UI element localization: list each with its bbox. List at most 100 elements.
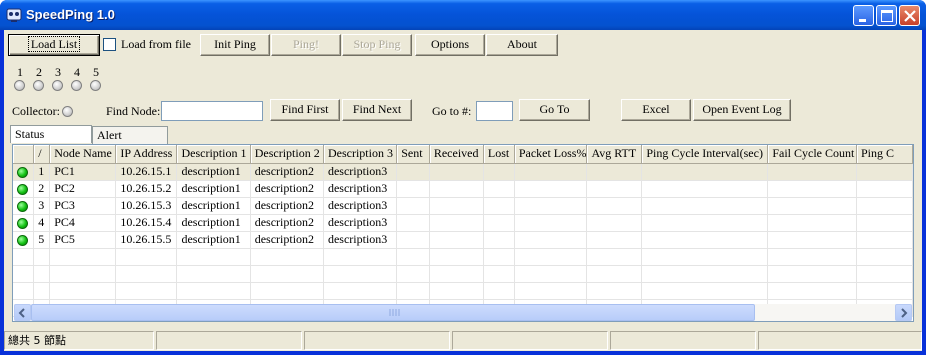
table-cell: PC1: [49, 163, 117, 181]
find-node-input[interactable]: [161, 101, 263, 121]
table-cell: [250, 282, 324, 300]
table-cell: [483, 231, 515, 249]
slot-indicator-3: [52, 80, 63, 91]
tab-alert[interactable]: Alert: [92, 126, 168, 144]
goto-button[interactable]: Go To: [519, 99, 590, 121]
table-cell: [856, 197, 913, 215]
title-bar[interactable]: SpeedPing 1.0: [0, 0, 926, 30]
table-row[interactable]: 3 PC3 10.26.15.3 description1 description2 de…: [13, 197, 913, 215]
table-row[interactable]: 1 PC1 10.26.15.1 description1 description2 de…: [13, 163, 913, 181]
column-header[interactable]: IP Address: [115, 145, 178, 164]
table-cell: [115, 248, 178, 266]
table-cell: [323, 282, 398, 300]
table-cell: description3: [323, 231, 398, 249]
table-cell: 2: [33, 180, 51, 198]
options-button[interactable]: Options: [415, 34, 485, 56]
status-cell: [13, 231, 35, 249]
table-cell: [856, 214, 913, 232]
table-cell: [586, 214, 643, 232]
table-cell: description2: [250, 180, 324, 198]
find-next-button[interactable]: Find Next: [342, 99, 412, 121]
table-cell: [641, 214, 769, 232]
table-cell: [514, 282, 588, 300]
slot-label-1: 1: [17, 65, 23, 79]
tab-status[interactable]: Status: [10, 125, 92, 143]
maximize-button[interactable]: [876, 5, 897, 26]
table-cell: description1: [176, 231, 251, 249]
goto-input[interactable]: [476, 101, 513, 121]
slot-label-4: 4: [74, 65, 80, 79]
table-cell: PC5: [49, 231, 117, 249]
column-header[interactable]: Description 3: [323, 145, 398, 164]
table-cell: [586, 248, 643, 266]
table-cell: [176, 282, 251, 300]
table-cell: [115, 282, 178, 300]
column-header[interactable]: Ping C: [856, 145, 913, 164]
excel-button[interactable]: Excel: [621, 99, 691, 121]
table-row[interactable]: 2 PC2 10.26.15.2 description1 description2 de…: [13, 180, 913, 198]
scroll-right-button[interactable]: [895, 304, 912, 321]
horizontal-scrollbar[interactable]: [14, 304, 912, 321]
status-pane: [610, 331, 756, 350]
status-pane: [156, 331, 302, 350]
status-ok-icon: [17, 217, 28, 229]
open-event-log-button[interactable]: Open Event Log: [693, 99, 791, 121]
table-cell: [396, 231, 430, 249]
column-header[interactable]: Avg RTT: [586, 145, 643, 164]
find-first-button[interactable]: Find First: [270, 99, 340, 121]
column-header[interactable]: Lost: [483, 145, 515, 164]
scroll-thumb[interactable]: [31, 304, 755, 321]
table-cell: [767, 265, 857, 283]
close-button[interactable]: [899, 5, 920, 26]
table-row[interactable]: 5 PC5 10.26.15.5 description1 description2 de…: [13, 231, 913, 249]
table-cell: [396, 282, 430, 300]
table-cell: description3: [323, 180, 398, 198]
find-node-label: Find Node:: [106, 104, 161, 118]
ping-button[interactable]: Ping!: [271, 34, 341, 56]
column-header[interactable]: Packet Loss%: [514, 145, 588, 164]
table-cell: [49, 265, 117, 283]
table-cell: [514, 197, 588, 215]
column-header[interactable]: Received: [429, 145, 484, 164]
column-header[interactable]: Fail Cycle Count: [767, 145, 857, 164]
column-header[interactable]: /: [33, 145, 51, 164]
stop-ping-button[interactable]: Stop Ping: [342, 34, 412, 56]
slot-label-2: 2: [36, 65, 42, 79]
table-cell: description1: [176, 197, 251, 215]
scroll-left-button[interactable]: [14, 304, 31, 321]
load-list-button[interactable]: Load List: [8, 34, 100, 56]
column-header[interactable]: Description 1: [176, 145, 251, 164]
column-header[interactable]: [13, 145, 35, 164]
table-cell: [586, 282, 643, 300]
column-header[interactable]: Description 2: [250, 145, 324, 164]
load-from-file-checkbox[interactable]: [103, 38, 116, 51]
table-header: / Node Name IP Address Description 1 Descrip…: [13, 145, 913, 164]
load-from-file-label: Load from file: [121, 37, 191, 51]
table-cell: [176, 265, 251, 283]
table-cell: [429, 265, 484, 283]
table-cell: [586, 197, 643, 215]
node-table[interactable]: / Node Name IP Address Description 1 Descrip…: [12, 144, 914, 322]
column-header[interactable]: Ping Cycle Interval(sec): [641, 145, 769, 164]
init-ping-button[interactable]: Init Ping: [200, 34, 270, 56]
about-button[interactable]: About: [486, 34, 558, 56]
table-cell: description3: [323, 163, 398, 181]
column-header[interactable]: Node Name: [49, 145, 117, 164]
collector-indicator: [62, 106, 73, 117]
table-cell: description1: [176, 180, 251, 198]
table-cell: [586, 265, 643, 283]
chevron-left-icon: [18, 308, 25, 318]
table-cell: PC3: [49, 197, 117, 215]
column-header[interactable]: Sent: [396, 145, 430, 164]
table-cell: [514, 231, 588, 249]
table-cell: [396, 265, 430, 283]
table-cell: [396, 197, 430, 215]
table-cell: [483, 248, 515, 266]
table-cell: 1: [33, 163, 51, 181]
minimize-button[interactable]: [853, 5, 874, 26]
table-row[interactable]: 4 PC4 10.26.15.4 description1 description2 de…: [13, 214, 913, 232]
client-area: Load List Load from file Init Ping Ping!…: [4, 30, 922, 351]
table-cell: 4: [33, 214, 51, 232]
status-bar: 總共 5 節點: [4, 329, 922, 351]
table-cell: [767, 197, 857, 215]
